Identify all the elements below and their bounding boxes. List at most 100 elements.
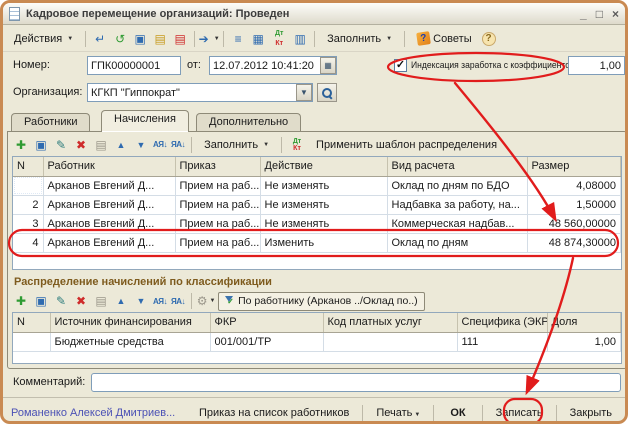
actions-menu-button[interactable]: Действия bbox=[8, 30, 79, 48]
copy-row-icon[interactable]: ▣ bbox=[33, 137, 49, 153]
cell-calc-type[interactable]: Коммерческая надбав... bbox=[387, 214, 527, 233]
row-selector[interactable]: 2 bbox=[13, 195, 43, 214]
indexation-checkbox[interactable]: ✓ bbox=[394, 59, 407, 72]
dt-kt-icon[interactable]: ДтКт bbox=[270, 27, 288, 50]
edit-row-icon[interactable]: ✎ bbox=[53, 137, 69, 153]
apply-template-button[interactable]: Применить шаблон распределения bbox=[310, 136, 503, 154]
cell-amount[interactable]: 1,50000 bbox=[527, 195, 621, 214]
table-row[interactable]: 1 Бюджетные средства 001/001/ТР 111 1,00 bbox=[13, 332, 621, 351]
sort-asc-icon[interactable]: АЯ↓ bbox=[153, 140, 167, 149]
cell-order[interactable]: Прием на раб... bbox=[175, 195, 260, 214]
go-icon[interactable]: ➔ bbox=[201, 31, 217, 47]
organization-dropdown-button[interactable]: ▼ bbox=[296, 84, 312, 101]
delete-row-icon[interactable]: ✖ bbox=[73, 293, 89, 309]
col-n[interactable]: N bbox=[13, 157, 43, 176]
cell-source[interactable]: Бюджетные средства bbox=[50, 332, 210, 351]
cell-action[interactable]: Не изменять bbox=[260, 176, 387, 195]
select-type-icon[interactable]: ▦ bbox=[250, 31, 266, 47]
cell-worker[interactable]: Арканов Евгений Д... bbox=[43, 233, 175, 252]
cell-calc-type[interactable]: Оклад по дням bbox=[387, 233, 527, 252]
cell-fkr[interactable]: 001/001/ТР bbox=[210, 332, 323, 351]
row-selector[interactable]: 1 bbox=[13, 332, 50, 351]
comment-input[interactable] bbox=[91, 373, 621, 392]
register-records-icon[interactable]: ▥ bbox=[292, 31, 308, 47]
number-input[interactable]: ГПК00000001 bbox=[87, 56, 181, 75]
cell-worker[interactable]: Арканов Евгений Д... bbox=[43, 195, 175, 214]
cell-worker[interactable]: Арканов Евгений Д... bbox=[43, 176, 175, 195]
col-fkr[interactable]: ФКР bbox=[210, 313, 323, 332]
table-row-highlighted[interactable]: 4 Арканов Евгений Д... Прием на раб... И… bbox=[13, 233, 621, 252]
cell-worker[interactable]: Арканов Евгений Д... bbox=[43, 214, 175, 233]
print-button[interactable]: Печать bbox=[371, 405, 425, 421]
cell-paid-code[interactable] bbox=[323, 332, 457, 351]
col-worker[interactable]: Работник bbox=[43, 157, 175, 176]
col-source[interactable]: Источник финансирования bbox=[50, 313, 210, 332]
cell-amount[interactable]: 48 560,00000 bbox=[527, 214, 621, 233]
close-button[interactable]: × bbox=[612, 8, 619, 20]
sort-desc-icon[interactable]: ЯА↓ bbox=[171, 297, 185, 306]
col-calc-type[interactable]: Вид расчета bbox=[387, 157, 527, 176]
order-for-workers-button[interactable]: Приказ на список работников bbox=[194, 405, 354, 421]
cell-order[interactable]: Прием на раб... bbox=[175, 233, 260, 252]
move-up-icon[interactable]: ▲ bbox=[113, 137, 129, 153]
refresh-icon[interactable]: ↺ bbox=[112, 31, 128, 47]
copy-document-icon[interactable]: ▣ bbox=[132, 31, 148, 47]
row-selector[interactable]: 4 bbox=[13, 233, 43, 252]
close-document-button[interactable]: Закрыть bbox=[565, 405, 617, 421]
cell-amount[interactable]: 4,08000 bbox=[527, 176, 621, 195]
col-n[interactable]: N bbox=[13, 313, 50, 332]
fill-menu-button[interactable]: Заполнить bbox=[321, 30, 398, 48]
date-input[interactable]: 12.07.2012 10:41:20 bbox=[209, 56, 337, 75]
tab-additional[interactable]: Дополнительно bbox=[196, 113, 301, 132]
ok-button[interactable]: ОК bbox=[442, 405, 473, 421]
add-row-icon[interactable]: ✚ bbox=[13, 137, 29, 153]
cell-order[interactable]: Прием на раб... bbox=[175, 176, 260, 195]
cell-calc-type[interactable]: Оклад по дням по БДО bbox=[387, 176, 527, 195]
table-row[interactable]: 2 Арканов Евгений Д... Прием на раб... Н… bbox=[13, 195, 621, 214]
filter-by-worker-button[interactable]: По работнику (Арканов ../Оклад по..) bbox=[218, 292, 425, 311]
edit-row-icon[interactable]: ✎ bbox=[53, 293, 69, 309]
table-row[interactable]: 3 Арканов Евгений Д... Прием на раб... Н… bbox=[13, 214, 621, 233]
sort-asc-icon[interactable]: АЯ↓ bbox=[153, 297, 167, 306]
list-icon[interactable]: ≡ bbox=[230, 31, 246, 47]
delete-row-icon[interactable]: ✖ bbox=[73, 137, 89, 153]
cell-specifics[interactable]: 111 bbox=[457, 332, 547, 351]
table-row[interactable]: 1 Арканов Евгений Д... Прием на раб... Н… bbox=[13, 176, 621, 195]
post-document-icon[interactable]: ▤ bbox=[152, 31, 168, 47]
tips-button[interactable]: ? Советы bbox=[411, 29, 477, 48]
cell-action[interactable]: Не изменять bbox=[260, 214, 387, 233]
organization-input[interactable]: КГКП "Гиппократ" bbox=[87, 83, 313, 102]
sort-desc-icon[interactable]: ЯА↓ bbox=[171, 140, 185, 149]
help-icon[interactable]: ? bbox=[482, 32, 496, 46]
coefficient-input[interactable]: 1,00 bbox=[568, 56, 625, 75]
cell-share[interactable]: 1,00 bbox=[547, 332, 621, 351]
cell-action[interactable]: Не изменять bbox=[260, 195, 387, 214]
row-selector[interactable]: 3 bbox=[13, 214, 43, 233]
row-selector[interactable]: 1 bbox=[13, 176, 43, 195]
minimize-button[interactable]: _ bbox=[580, 8, 587, 20]
tab-workers[interactable]: Работники bbox=[11, 113, 90, 132]
col-paid-code[interactable]: Код платных услуг bbox=[323, 313, 457, 332]
accruals-fill-button[interactable]: Заполнить bbox=[198, 136, 275, 154]
col-amount[interactable]: Размер bbox=[527, 157, 621, 176]
move-up-icon[interactable]: ▲ bbox=[113, 293, 129, 309]
cell-order[interactable]: Прием на раб... bbox=[175, 214, 260, 233]
cell-calc-type[interactable]: Надбавка за работу, на... bbox=[387, 195, 527, 214]
calendar-button[interactable]: ▦ bbox=[320, 57, 336, 74]
maximize-button[interactable]: □ bbox=[596, 8, 603, 20]
settings-icon[interactable]: ⚙ bbox=[198, 293, 214, 309]
responsible-user-link[interactable]: Романенко Алексей Дмитриев... bbox=[11, 407, 175, 419]
col-specifics[interactable]: Специфика (ЭКР) bbox=[457, 313, 547, 332]
col-action[interactable]: Действие bbox=[260, 157, 387, 176]
tab-accruals[interactable]: Начисления bbox=[101, 110, 189, 132]
add-row-icon[interactable]: ✚ bbox=[13, 293, 29, 309]
reread-icon[interactable]: ↵ bbox=[92, 31, 108, 47]
cell-amount[interactable]: 48 874,30000 bbox=[527, 233, 621, 252]
unpost-document-icon[interactable]: ▤ bbox=[172, 31, 188, 47]
organization-lookup-button[interactable] bbox=[317, 83, 337, 102]
cell-action[interactable]: Изменить bbox=[260, 233, 387, 252]
save-button[interactable]: Записать bbox=[491, 405, 548, 421]
move-down-icon[interactable]: ▼ bbox=[133, 293, 149, 309]
col-share[interactable]: Доля bbox=[547, 313, 621, 332]
copy-row-icon[interactable]: ▣ bbox=[33, 293, 49, 309]
